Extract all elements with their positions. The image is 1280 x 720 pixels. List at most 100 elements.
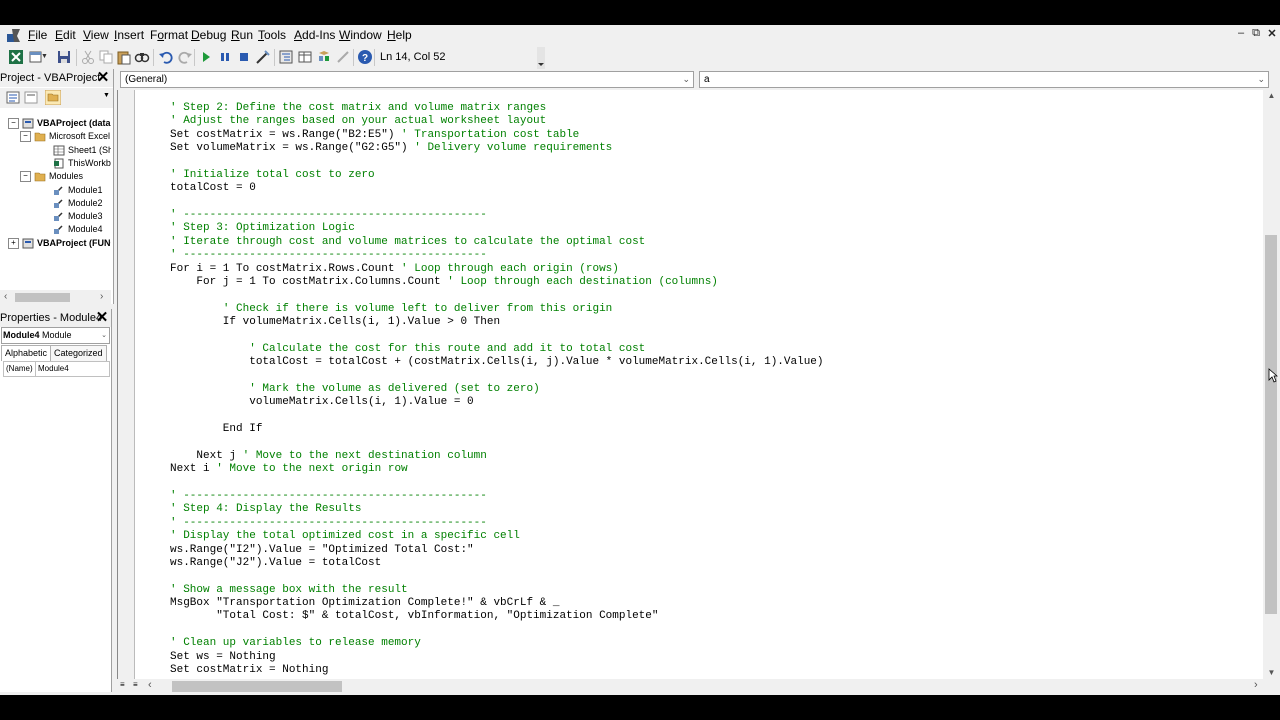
scroll-right-icon[interactable]: › bbox=[100, 291, 103, 302]
tree-item[interactable]: ThisWorkbo bbox=[53, 157, 111, 170]
toolbox-icon[interactable] bbox=[335, 49, 351, 65]
design-mode-icon[interactable] bbox=[255, 49, 271, 65]
view-object-icon[interactable] bbox=[24, 91, 38, 104]
code-line[interactable]: ' Show a message box with the result bbox=[170, 584, 408, 597]
tree-item[interactable]: Module4 bbox=[53, 223, 103, 236]
toggle-folders-icon[interactable] bbox=[45, 90, 61, 105]
tree-item[interactable]: Module1 bbox=[53, 184, 103, 197]
close-icon[interactable]: ✕ bbox=[1265, 27, 1279, 40]
procedure-combo[interactable]: a ⌄ bbox=[699, 71, 1269, 88]
code-editor[interactable]: ' Step 2: Define the cost matrix and vol… bbox=[117, 90, 1264, 679]
code-line[interactable]: ' Adjust the ranges based on your actual… bbox=[170, 115, 546, 128]
restore-icon[interactable]: ⧉ bbox=[1249, 27, 1263, 40]
collapse-icon[interactable]: − bbox=[20, 131, 31, 143]
undo-icon[interactable] bbox=[158, 49, 174, 65]
menu-view[interactable]: View bbox=[83, 28, 109, 42]
code-line[interactable]: For j = 1 To costMatrix.Columns.Count ' … bbox=[170, 276, 718, 289]
scroll-thumb[interactable] bbox=[172, 681, 342, 692]
reset-icon[interactable] bbox=[236, 49, 252, 65]
vertical-scrollbar[interactable]: ▲ ▼ bbox=[1263, 90, 1280, 679]
code-line[interactable]: ' Calculate the cost for this route and … bbox=[170, 343, 645, 356]
menu-file[interactable]: File bbox=[28, 28, 47, 42]
code-line[interactable]: "Total Cost: $" & totalCost, vbInformati… bbox=[170, 610, 658, 623]
toolbar-options-icon[interactable] bbox=[537, 47, 545, 69]
menu-format[interactable]: Format bbox=[150, 28, 188, 42]
code-line[interactable]: ' Display the total optimized cost in a … bbox=[170, 530, 520, 543]
find-icon[interactable] bbox=[134, 49, 150, 65]
tree-item[interactable]: Sheet1 (She bbox=[53, 144, 111, 157]
code-line[interactable]: If volumeMatrix.Cells(i, 1).Value > 0 Th… bbox=[170, 316, 500, 329]
save-icon[interactable] bbox=[56, 49, 72, 65]
code-line[interactable]: ' Step 3: Optimization Logic bbox=[170, 222, 355, 235]
collapse-icon[interactable]: − bbox=[20, 171, 31, 183]
excel-view-icon[interactable] bbox=[8, 49, 24, 65]
code-line[interactable]: ws.Range("J2").Value = totalCost bbox=[170, 557, 381, 570]
code-line[interactable]: ws.Range("I2").Value = "Optimized Total … bbox=[170, 544, 474, 557]
code-line[interactable]: ' --------------------------------------… bbox=[170, 209, 487, 222]
cut-icon[interactable] bbox=[80, 49, 96, 65]
scroll-thumb[interactable] bbox=[1265, 235, 1277, 614]
scroll-thumb[interactable] bbox=[15, 293, 70, 302]
chevron-down-icon[interactable]: ⌄ bbox=[1257, 72, 1265, 87]
properties-window-icon[interactable] bbox=[297, 49, 313, 65]
scroll-down-icon[interactable]: ▼ bbox=[1263, 668, 1280, 677]
property-value[interactable]: Module4 bbox=[38, 362, 69, 376]
tree-item[interactable]: Module2 bbox=[53, 197, 103, 210]
tree-item[interactable]: − VBAProject (data bbox=[8, 117, 111, 130]
menu-run[interactable]: Run bbox=[231, 28, 253, 42]
tab-categorized[interactable]: Categorized bbox=[50, 345, 107, 361]
project-explorer-icon[interactable] bbox=[278, 49, 294, 65]
menu-help[interactable]: Help bbox=[387, 28, 412, 42]
object-selector[interactable]: Module4 Module ⌄ bbox=[1, 327, 110, 344]
code-line[interactable]: ' --------------------------------------… bbox=[170, 490, 487, 503]
expand-icon[interactable]: + bbox=[8, 238, 19, 250]
code-line[interactable]: totalCost = totalCost + (costMatrix.Cell… bbox=[170, 356, 823, 369]
view-code-icon[interactable] bbox=[6, 91, 20, 104]
full-module-view-icon[interactable]: ≡ bbox=[133, 680, 143, 691]
code-line[interactable]: totalCost = 0 bbox=[170, 182, 256, 195]
chevron-down-icon[interactable]: ⌄ bbox=[101, 328, 107, 343]
horizontal-scrollbar[interactable]: ≡ ≡ ‹ › bbox=[117, 679, 1263, 694]
tree-item[interactable]: − Modules bbox=[20, 170, 83, 183]
object-browser-icon[interactable] bbox=[316, 49, 332, 65]
run-icon[interactable] bbox=[198, 49, 214, 65]
object-combo[interactable]: (General) ⌄ bbox=[120, 71, 694, 88]
code-line[interactable]: ' Initialize total cost to zero bbox=[170, 169, 375, 182]
chevron-down-icon[interactable]: ▼ bbox=[103, 92, 110, 99]
code-line[interactable]: ' Iterate through cost and volume matric… bbox=[170, 236, 645, 249]
procedure-view-icon[interactable]: ≡ bbox=[120, 680, 130, 691]
code-line[interactable]: ' Step 2: Define the cost matrix and vol… bbox=[170, 102, 546, 115]
code-line[interactable]: End If bbox=[170, 423, 263, 436]
break-icon[interactable] bbox=[217, 49, 233, 65]
help-icon[interactable]: ? bbox=[357, 49, 373, 65]
code-line[interactable]: For i = 1 To costMatrix.Rows.Count ' Loo… bbox=[170, 263, 619, 276]
code-line[interactable]: ' Check if there is volume left to deliv… bbox=[170, 303, 612, 316]
chevron-down-icon[interactable]: ⌄ bbox=[682, 72, 690, 87]
menu-insert[interactable]: Insert bbox=[114, 28, 144, 42]
code-line[interactable]: ' --------------------------------------… bbox=[170, 249, 487, 262]
code-line[interactable]: Next i ' Move to the next origin row bbox=[170, 463, 408, 476]
code-line[interactable]: volumeMatrix.Cells(i, 1).Value = 0 bbox=[170, 396, 473, 409]
scroll-right-icon[interactable]: › bbox=[1254, 679, 1258, 691]
code-line[interactable]: Set ws = Nothing bbox=[170, 651, 276, 664]
tree-item[interactable]: − Microsoft Excel bbox=[20, 130, 110, 143]
dropdown-arrow-icon[interactable]: ▼ bbox=[41, 49, 48, 65]
code-line[interactable]: Set costMatrix = ws.Range("B2:E5") ' Tra… bbox=[170, 129, 579, 142]
code-line[interactable]: Next j ' Move to the next destination co… bbox=[170, 450, 486, 463]
code-line[interactable]: MsgBox "Transportation Optimization Comp… bbox=[170, 597, 559, 610]
scroll-up-icon[interactable]: ▲ bbox=[1263, 91, 1280, 100]
code-line[interactable]: ' Clean up variables to release memory bbox=[170, 637, 421, 650]
code-line[interactable]: Set volumeMatrix = ws.Range("G2:G5") ' D… bbox=[170, 142, 612, 155]
scroll-left-icon[interactable]: ‹ bbox=[148, 679, 152, 691]
minimize-icon[interactable]: – bbox=[1234, 27, 1248, 39]
tab-alphabetic[interactable]: Alphabetic bbox=[1, 345, 52, 361]
copy-icon[interactable] bbox=[98, 49, 114, 65]
margin-indicator-bar[interactable] bbox=[118, 90, 135, 679]
menu-debug[interactable]: Debug bbox=[191, 28, 226, 42]
tree-item[interactable]: + VBAProject (FUNC bbox=[8, 237, 111, 250]
menu-add-ins[interactable]: Add-Ins bbox=[294, 28, 335, 42]
redo-icon[interactable] bbox=[177, 49, 193, 65]
collapse-icon[interactable]: − bbox=[8, 118, 19, 130]
menu-tools[interactable]: Tools bbox=[258, 28, 286, 42]
project-horizontal-scrollbar[interactable]: ‹ › bbox=[0, 290, 111, 304]
